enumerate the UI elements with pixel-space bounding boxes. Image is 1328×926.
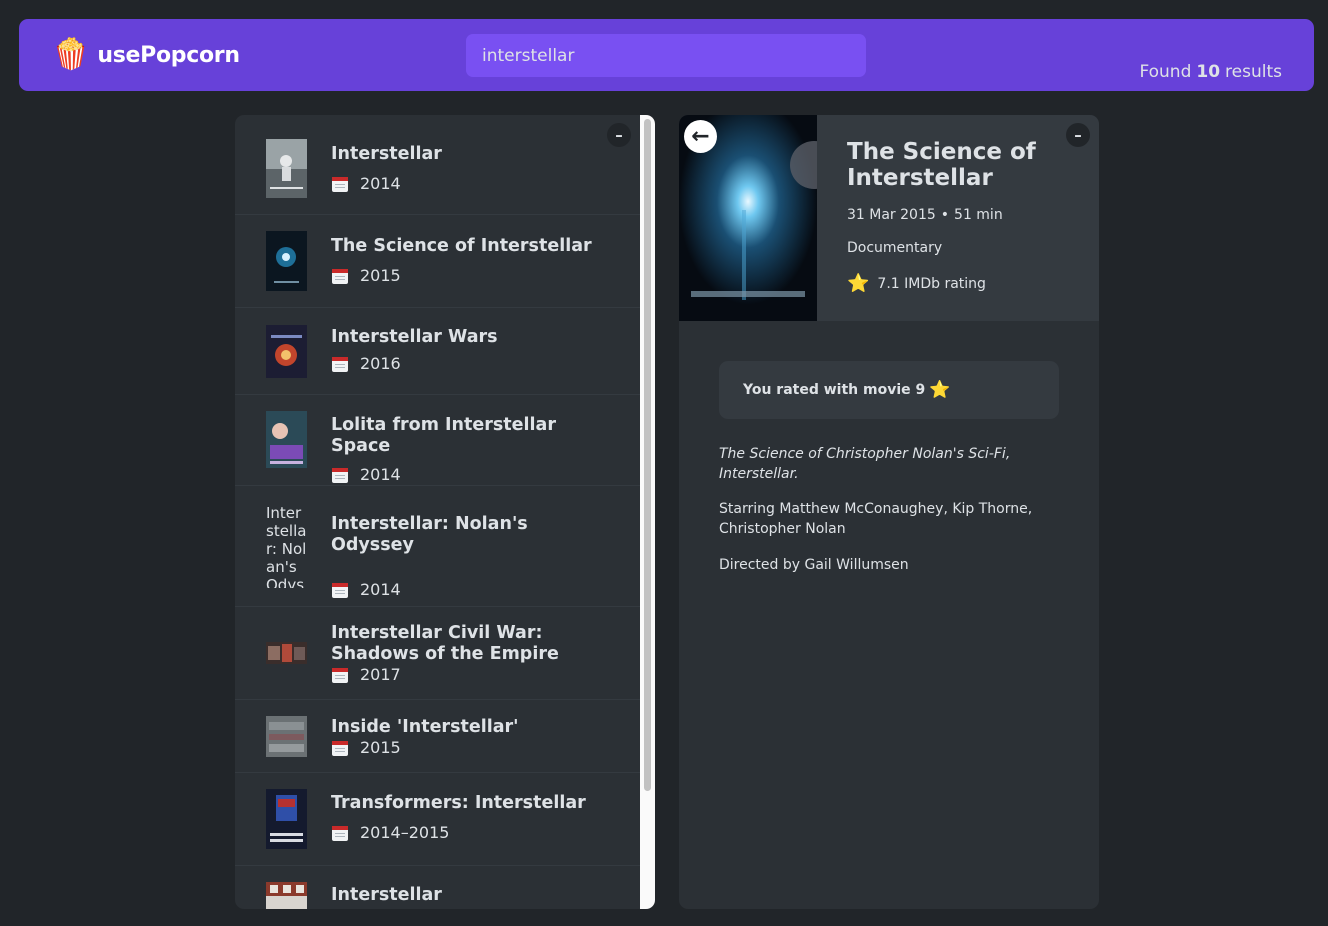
app-name: usePopcorn [97,42,240,68]
movie-list: Interstellar 2014 The Science of Interst… [235,115,640,909]
movie-poster [266,139,307,198]
scrollbar-thumb[interactable] [644,119,651,791]
movie-poster [266,231,307,291]
movie-year: 2015 [331,266,610,285]
results-number: 10 [1196,62,1221,82]
movie-title: Inside 'Interstellar' [331,717,519,737]
plot: The Science of Christopher Nolan's Sci-F… [719,446,1011,482]
results-count: Found 10 results [1139,36,1282,108]
results-suffix: results [1225,62,1282,82]
nav-bar: 🍿 usePopcorn Found 10 results [19,19,1314,91]
director: Directed by Gail Willumsen [719,557,909,573]
movie-poster [266,882,307,909]
movie-poster [266,716,307,757]
movie-title: Interstellar Wars [331,327,498,347]
movie-title: Transformers: Interstellar [331,793,586,813]
year-label: 2014 [360,580,401,599]
movie-list-item[interactable]: Transformers: Interstellar 2014–2015 [235,773,640,866]
collapse-list-button[interactable]: – [607,123,631,147]
calendar-icon [332,825,348,841]
results-prefix: Found [1139,62,1192,82]
grey-poster-icon [266,716,307,757]
year-label: 2015 [360,738,401,757]
runtime: 51 min [954,207,1003,223]
movie-poster [266,411,307,468]
movie-title: Lolita from Interstellar Space [331,415,556,456]
astronaut-poster-icon [266,139,307,198]
user-rating-box: You rated with movie 9 ⭐ [719,361,1059,419]
movie-year: 2017 [331,665,610,684]
poster-alt-text: Interstellar: Nolan's Odyssey poster [266,504,307,588]
movie-year: 2015 [331,738,610,757]
logo: 🍿 usePopcorn [52,19,240,91]
movie-year: 2014 [331,174,610,193]
movie-year: 2014–2015 [331,823,610,842]
calendar-icon [332,176,348,192]
movie-list-item[interactable]: Interstellar Civil War: Shadows of the E… [235,607,640,700]
year-label: 2014 [360,174,401,193]
movie-title: The Science of Interstellar [331,236,592,256]
details-header: ← The Science of Interstellar 31 Mar 201… [679,115,1099,321]
movie-poster-broken-image: Interstellar: Nolan's Odyssey poster [266,504,307,588]
year-label: 2014 [360,465,401,484]
user-rating-text: You rated with movie 9 [743,382,926,398]
year-label: 2014–2015 [360,823,450,842]
separator-dot: • [940,207,950,223]
movie-year: 2014 [331,465,610,484]
movie-title: Interstellar [331,885,442,905]
starring: Starring Matthew McConaughey, Kip Thorne… [719,501,1033,537]
calendar-icon [332,582,348,598]
details-title: The Science of Interstellar [847,139,1036,191]
release-date: 31 Mar 2015 [847,207,936,223]
room-poster-icon [266,882,307,909]
movie-list-item[interactable]: Lolita from Interstellar Space 2014 [235,395,640,486]
collapse-details-button[interactable]: – [1066,123,1090,147]
movie-title: Interstellar: Nolan's Odyssey [331,514,528,555]
movie-list-item[interactable]: Inside 'Interstellar' 2015 [235,700,640,773]
explosion-poster-icon [266,325,307,378]
star-icon: ⭐ [847,273,870,294]
popcorn-icon: 🍿 [52,37,90,72]
back-button[interactable]: ← [684,120,717,153]
movie-list-item[interactable]: Interstellar Wars 2016 [235,308,640,395]
calendar-icon [332,268,348,284]
movie-year: 2014 [331,580,610,599]
calendar-icon [332,740,348,756]
star-icon: ⭐ [929,380,951,400]
year-label: 2017 [360,665,401,684]
movie-poster [266,642,307,664]
movie-list-box: – Interstellar 2014 The Science of Inter… [235,115,655,909]
calendar-icon [332,356,348,372]
movie-details-box: – ← The Science of Interstellar 31 Mar 2… [679,115,1099,909]
imdb-rating-label: 7.1 IMDb rating [877,275,986,292]
movie-list-item[interactable]: Interstellar 2014 [235,115,640,215]
year-label: 2016 [360,354,401,373]
movie-list-item[interactable]: The Science of Interstellar 2015 [235,215,640,308]
release-runtime: 31 Mar 2015 • 51 min [847,207,1067,223]
movie-year: 2016 [331,354,610,373]
movie-poster [266,325,307,378]
movie-poster [266,789,307,849]
movie-title: Interstellar Civil War: Shadows of the E… [331,623,559,664]
genre: Documentary [847,240,943,256]
movie-list-item[interactable]: Interstellar: Nolan's Odyssey poster Int… [235,486,640,607]
sci-fi-poster-icon [266,411,307,468]
search-input[interactable] [466,34,866,77]
movie-list-item[interactable]: Interstellar [235,866,640,909]
calendar-icon [332,667,348,683]
galaxy-poster-icon [266,231,307,291]
list-scrollbar[interactable] [640,115,655,909]
details-info: The Science of Interstellar 31 Mar 2015 … [847,139,1067,311]
calendar-icon [332,467,348,483]
battle-poster-icon [266,642,307,664]
robot-poster-icon [266,789,307,849]
imdb-rating: ⭐ 7.1 IMDb rating [847,273,1067,294]
year-label: 2015 [360,266,401,285]
movie-title: Interstellar [331,144,442,164]
